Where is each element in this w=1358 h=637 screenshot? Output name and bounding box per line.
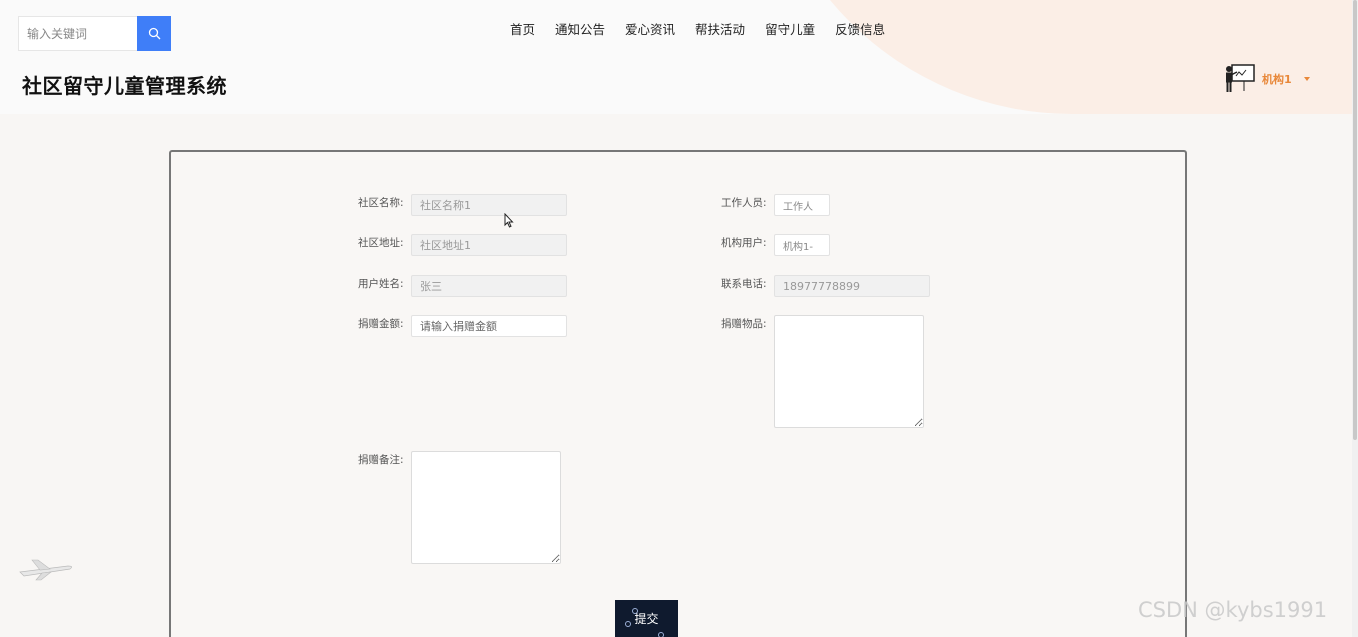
decoration-ring — [625, 621, 631, 627]
main-nav: 首页 通知公告 爱心资讯 帮扶活动 留守儿童 反馈信息 — [500, 20, 895, 40]
search-button[interactable] — [137, 16, 171, 51]
staff-field[interactable] — [774, 194, 830, 216]
scrollbar-thumb[interactable] — [1353, 0, 1357, 440]
avatar-teacher-icon — [1226, 64, 1255, 92]
donation-form-card — [169, 150, 1187, 637]
site-title: 社区留守儿童管理系统 — [22, 74, 227, 98]
donation-note-textarea[interactable] — [411, 451, 561, 564]
airplane-icon — [19, 559, 72, 581]
search-input[interactable] — [18, 16, 137, 51]
submit-button[interactable]: 提交 — [615, 600, 678, 637]
staff-label: 工作人员: — [721, 197, 767, 209]
phone-field — [774, 275, 930, 297]
nav-notices[interactable]: 通知公告 — [545, 20, 615, 40]
header-decoration — [758, 0, 1358, 114]
community-address-field — [411, 234, 567, 256]
watermark: CSDN @kybs1991 — [1138, 598, 1328, 622]
nav-left-behind-children[interactable]: 留守儿童 — [755, 20, 825, 40]
user-name: 机构1 — [1262, 73, 1292, 86]
agency-user-label: 机构用户: — [721, 237, 767, 249]
nav-charity-news[interactable]: 爱心资讯 — [615, 20, 685, 40]
community-address-label: 社区地址: — [358, 237, 404, 249]
decoration-ring — [658, 632, 664, 637]
nav-feedback[interactable]: 反馈信息 — [825, 20, 895, 40]
donated-items-label: 捐赠物品: — [721, 318, 767, 330]
donated-items-textarea[interactable] — [774, 315, 924, 428]
donation-note-label: 捐赠备注: — [358, 454, 404, 466]
submit-button-label: 提交 — [634, 612, 659, 626]
user-menu[interactable]: 机构1 — [1224, 64, 1310, 94]
search-icon — [148, 27, 160, 40]
mouse-cursor-icon — [504, 213, 514, 228]
donation-amount-label: 捐赠金额: — [358, 318, 404, 330]
community-name-field — [411, 194, 567, 216]
nav-support-activities[interactable]: 帮扶活动 — [685, 20, 755, 40]
header: 首页 通知公告 爱心资讯 帮扶活动 留守儿童 反馈信息 社区留守儿童管理系统 机… — [0, 0, 1358, 114]
user-name-field — [411, 275, 567, 297]
caret-down-icon — [1303, 77, 1310, 81]
phone-label: 联系电话: — [721, 278, 767, 290]
donation-amount-input[interactable] — [411, 315, 567, 337]
community-name-label: 社区名称: — [358, 197, 404, 209]
user-name-label: 用户姓名: — [358, 278, 404, 290]
search-box — [18, 16, 171, 51]
agency-user-field[interactable] — [774, 234, 830, 256]
nav-home[interactable]: 首页 — [500, 20, 545, 40]
